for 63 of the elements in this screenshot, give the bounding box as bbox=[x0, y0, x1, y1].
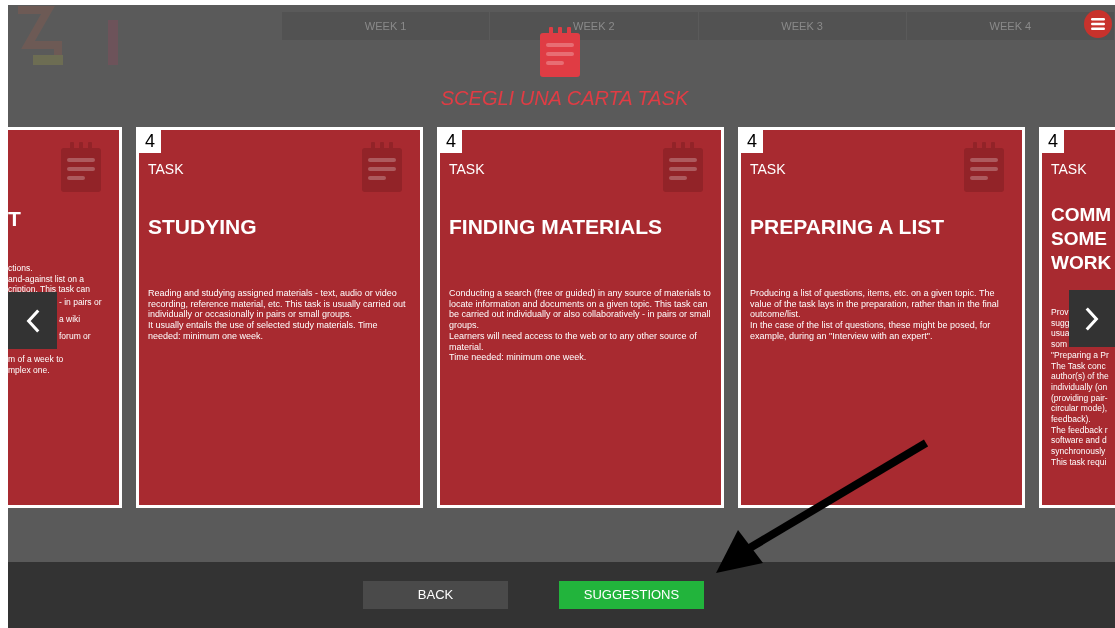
number-badge: 4 bbox=[139, 130, 161, 153]
card-text: feedback). bbox=[1051, 414, 1091, 425]
card-text: The feedback r bbox=[1051, 424, 1108, 436]
card-text: In the case of the list of questions, these might be posed, for example, during an "Interview with an expert". bbox=[750, 320, 992, 342]
card-text: individually (on bbox=[1051, 381, 1108, 393]
card-text: som bbox=[1051, 339, 1068, 350]
card-text: Time needed: minimum one week. bbox=[449, 352, 588, 363]
card-text: - in pairs or bbox=[59, 297, 102, 308]
card-text: and-against list on a bbox=[8, 273, 85, 285]
card-text: forum or bbox=[59, 331, 91, 343]
card-text: Producing a list of questions, items, etc. on a given topic. The value of the task lays in the preparation, rather than in the final outcome/list. bbox=[750, 288, 1000, 321]
card-text: Learners will need access to the web or to any other source of material. bbox=[449, 330, 698, 353]
card-text: Conducting a search (free or guided) in any source of materials to locate information and documents on a given topic. This task can be carried out individually or also collaboratively - in pairs or small groups. bbox=[449, 288, 711, 331]
card-text: Reading and studying assigned materials - text, audio or video recording, reference material, etc. This task is usually carried out individually or occasionally in pairs or small groups. bbox=[148, 288, 407, 321]
card-type-label: TASK bbox=[1051, 161, 1087, 177]
card-text: cription. This task can bbox=[8, 284, 91, 296]
card-text: synchronously bbox=[1051, 446, 1106, 457]
week-tab[interactable]: WEEK 3 bbox=[698, 12, 907, 40]
card-type-label: TASK bbox=[449, 161, 485, 177]
notepad-icon bbox=[362, 142, 402, 192]
card-text: ctions. bbox=[8, 263, 33, 274]
card-text: The Task conc bbox=[1051, 360, 1106, 372]
number-badge: 4 bbox=[440, 130, 462, 153]
notepad-icon bbox=[61, 142, 101, 192]
next-button[interactable] bbox=[1069, 290, 1115, 347]
card-title: PREPARING A LIST bbox=[750, 215, 945, 239]
task-card[interactable] bbox=[136, 127, 423, 508]
card-text: This task requi bbox=[1051, 456, 1107, 468]
card-title: SOME bbox=[1051, 227, 1107, 251]
card-title: WORK bbox=[1051, 251, 1112, 275]
chevron-right-icon bbox=[1085, 305, 1099, 332]
card-title: COMM bbox=[1051, 203, 1112, 227]
card-title: FINDING MATERIALS bbox=[449, 215, 663, 239]
suggestions-button[interactable]: SUGGESTIONS bbox=[559, 581, 704, 609]
card-title: T bbox=[8, 207, 21, 231]
card-title: STUDYING bbox=[148, 215, 257, 239]
card-text: a wiki bbox=[59, 314, 81, 325]
card-text: sugg bbox=[1051, 317, 1070, 329]
chevron-left-icon bbox=[25, 307, 40, 334]
previous-button[interactable] bbox=[8, 292, 57, 349]
card-text: author(s) of the bbox=[1051, 371, 1109, 382]
notepad-icon bbox=[663, 142, 703, 192]
card-type-label: TASK bbox=[148, 161, 184, 177]
number-badge: 4 bbox=[1042, 130, 1064, 153]
card-text: mplex one. bbox=[8, 364, 50, 376]
card-text: (providing pair- bbox=[1051, 392, 1108, 404]
card-text: software and d bbox=[1051, 435, 1107, 447]
task-card[interactable] bbox=[437, 127, 724, 508]
menu-icon bbox=[1091, 18, 1105, 30]
card-text: usua bbox=[1051, 328, 1070, 340]
card-text: "Preparing a Pr bbox=[1051, 349, 1109, 361]
task-card[interactable] bbox=[1039, 127, 1115, 508]
task-card[interactable] bbox=[738, 127, 1025, 508]
page-heading: SCEGLI UNA CARTA TASK bbox=[440, 86, 689, 111]
number-badge: 4 bbox=[741, 130, 763, 153]
back-button[interactable]: BACK bbox=[363, 581, 508, 609]
card-text: circular mode), bbox=[1051, 403, 1108, 415]
card-text: It usually entails the use of selected study materials. Time needed: minimum one week. bbox=[148, 320, 379, 342]
notepad-icon bbox=[964, 142, 1004, 192]
card-type-label: TASK bbox=[750, 161, 786, 177]
card-text: m of a week to bbox=[8, 354, 64, 365]
task-card[interactable]: T ctions. and-against list on a cription. This task can - in pairs or a wiki forum or m of a week to mplex one. bbox=[8, 127, 122, 508]
card-text: Prov bbox=[1051, 307, 1069, 318]
